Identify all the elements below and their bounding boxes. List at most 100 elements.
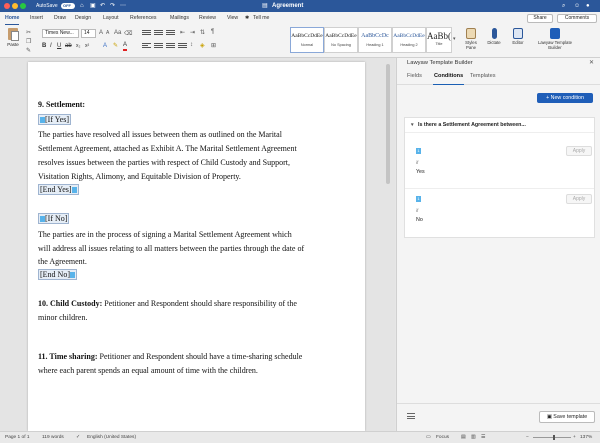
- new-condition-button[interactable]: + New condition: [537, 93, 593, 103]
- align-center-icon[interactable]: [154, 43, 163, 50]
- underline-icon[interactable]: U: [57, 42, 61, 51]
- tab-insert[interactable]: Insert: [30, 14, 43, 23]
- minimize-window-button[interactable]: [12, 3, 18, 9]
- focus-button[interactable]: Focus: [436, 432, 449, 443]
- web-layout-icon[interactable]: ▥: [471, 432, 476, 443]
- end-no-field[interactable]: [End No]: [38, 269, 77, 280]
- account-icon[interactable]: ●: [586, 1, 590, 11]
- shading-icon[interactable]: ◈: [200, 42, 205, 49]
- close-window-button[interactable]: [4, 3, 10, 9]
- format-painter-icon[interactable]: ✎: [26, 47, 31, 54]
- save-template-button[interactable]: ▣ Save template: [539, 411, 595, 423]
- tab-review[interactable]: Review: [199, 14, 216, 23]
- style-heading-2[interactable]: AaBbCcDdEe Heading 2: [392, 27, 426, 53]
- apply-button[interactable]: Apply: [566, 194, 592, 204]
- field-handle-icon[interactable]: [70, 272, 75, 278]
- more-icon[interactable]: ⋯: [120, 1, 126, 11]
- change-case-icon[interactable]: Aa: [114, 30, 121, 36]
- font-color-icon[interactable]: A: [123, 42, 128, 51]
- justify-icon[interactable]: [178, 43, 187, 50]
- tab-home[interactable]: Home: [5, 14, 20, 25]
- document-area[interactable]: 9. Settlement: [If Yes] The parties have…: [0, 58, 395, 431]
- page-count[interactable]: Page 1 of 1: [5, 432, 30, 443]
- italic-icon[interactable]: I: [50, 42, 52, 51]
- field-handle-icon[interactable]: [71, 187, 77, 193]
- zoom-window-button[interactable]: [20, 3, 26, 9]
- condition-option: 1 if No Apply: [405, 189, 594, 237]
- copy-icon[interactable]: ❐: [26, 38, 31, 45]
- proofing-icon[interactable]: ✓: [76, 432, 80, 443]
- if-yes-field[interactable]: [If Yes]: [38, 114, 71, 125]
- focus-icon[interactable]: ▭: [426, 432, 431, 443]
- clear-formatting-icon[interactable]: ⌫: [124, 30, 132, 37]
- tab-draw[interactable]: Draw: [54, 14, 66, 23]
- comments-button[interactable]: Comments: [557, 14, 597, 23]
- zoom-level[interactable]: 137%: [580, 432, 592, 443]
- paste-button[interactable]: Paste: [6, 28, 20, 54]
- style-normal[interactable]: AaBbCcDdEe Normal: [290, 27, 324, 53]
- style-heading-1[interactable]: AaBbCcDc Heading 1: [358, 27, 392, 53]
- print-layout-icon[interactable]: ▤: [461, 432, 466, 443]
- share-button[interactable]: Share: [527, 14, 553, 23]
- bullets-icon[interactable]: [142, 30, 151, 37]
- tab-conditions[interactable]: Conditions: [432, 72, 465, 85]
- styles-pane-button[interactable]: Styles Pane: [460, 28, 482, 56]
- line-spacing-icon[interactable]: ↕: [190, 42, 193, 48]
- end-yes-field[interactable]: [End Yes]: [38, 184, 79, 195]
- bold-icon[interactable]: B: [42, 42, 46, 51]
- tab-fields[interactable]: Fields: [407, 72, 422, 81]
- apply-button[interactable]: Apply: [566, 146, 592, 156]
- highlight-icon[interactable]: ✎: [113, 42, 118, 51]
- if-no-field[interactable]: [If No]: [38, 213, 70, 224]
- autosave-toggle[interactable]: OFF: [61, 3, 75, 9]
- increase-indent-icon[interactable]: ⇥: [190, 29, 195, 36]
- borders-icon[interactable]: ⊞: [211, 42, 216, 49]
- sort-icon[interactable]: ⇅: [200, 29, 205, 36]
- shrink-font-icon[interactable]: A: [106, 30, 109, 36]
- font-size-select[interactable]: 14: [81, 29, 96, 38]
- dictate-button[interactable]: Dictate: [483, 28, 505, 56]
- font-name-select[interactable]: Times New...: [42, 29, 79, 38]
- list-icon[interactable]: [407, 413, 415, 419]
- text-effects-icon[interactable]: A: [103, 42, 107, 51]
- decrease-indent-icon[interactable]: ⇤: [180, 29, 185, 36]
- align-left-icon[interactable]: [142, 43, 151, 50]
- grow-font-icon[interactable]: A: [99, 30, 103, 36]
- vertical-scrollbar[interactable]: [386, 64, 390, 184]
- tab-references[interactable]: References: [130, 14, 157, 23]
- zoom-slider[interactable]: [533, 437, 571, 438]
- undo-icon[interactable]: ↶: [100, 1, 105, 11]
- tab-view[interactable]: View: [227, 14, 238, 23]
- tab-mailings[interactable]: Mailings: [170, 14, 189, 23]
- smiley-icon[interactable]: ☺: [574, 1, 580, 11]
- numbering-icon[interactable]: [154, 30, 163, 37]
- close-icon[interactable]: ✕: [589, 58, 594, 69]
- strikethrough-icon[interactable]: ab: [65, 42, 72, 51]
- tab-templates[interactable]: Templates: [470, 72, 496, 81]
- superscript-icon[interactable]: x²: [85, 42, 89, 51]
- tab-layout[interactable]: Layout: [103, 14, 119, 23]
- save-icon[interactable]: ▣: [90, 1, 96, 11]
- outline-view-icon[interactable]: ☰: [481, 432, 485, 443]
- style-title[interactable]: AaBb( Title: [426, 27, 452, 53]
- align-right-icon[interactable]: [166, 43, 175, 50]
- language[interactable]: English (United States): [87, 432, 136, 443]
- multilevel-list-icon[interactable]: [166, 30, 175, 37]
- editor-button[interactable]: Editor: [507, 28, 529, 56]
- show-marks-icon[interactable]: ¶: [211, 29, 214, 35]
- lawyaw-template-builder-button[interactable]: Lawyaw Template Builder: [532, 28, 578, 56]
- style-no-spacing[interactable]: AaBbCcDdEe No Spacing: [324, 27, 358, 53]
- search-icon[interactable]: ⌕: [562, 1, 565, 11]
- home-icon[interactable]: ⌂: [80, 1, 84, 11]
- redo-icon[interactable]: ↷: [110, 1, 115, 11]
- tab-design[interactable]: Design: [75, 14, 91, 23]
- tab-tell-me[interactable]: Tell me: [253, 14, 269, 23]
- cut-icon[interactable]: ✂: [26, 29, 31, 36]
- styles-gallery-more-icon[interactable]: ▾: [453, 36, 456, 42]
- zoom-slider-handle[interactable]: [553, 435, 555, 440]
- subscript-icon[interactable]: x₂: [76, 42, 80, 51]
- condition-header[interactable]: ▾ Is there a Settlement Agreement betwee…: [405, 118, 594, 133]
- zoom-out-icon[interactable]: −: [526, 432, 529, 443]
- word-count[interactable]: 119 words: [42, 432, 64, 443]
- zoom-in-icon[interactable]: +: [573, 432, 576, 443]
